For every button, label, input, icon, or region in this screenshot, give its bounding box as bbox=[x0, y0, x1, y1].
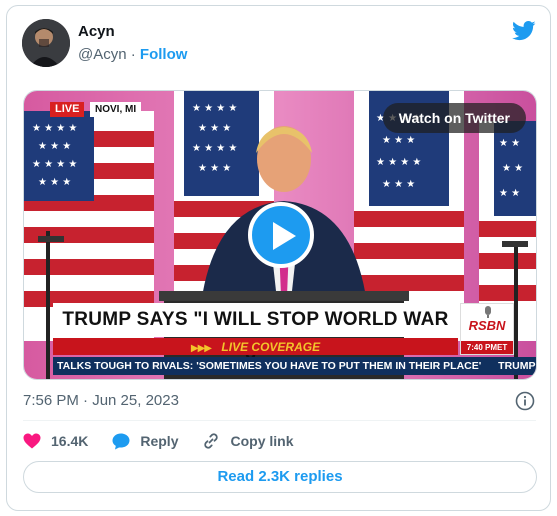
svg-text:★ ★ ★ ★: ★ ★ ★ ★ bbox=[192, 103, 237, 114]
like-button[interactable]: 16.4K bbox=[23, 433, 88, 449]
tweet-card: Acyn @Acyn · Follow ★ ★ ★ ★ ★ ★ ★ ★ ★ ★ … bbox=[6, 5, 551, 511]
handle-row: @Acyn · Follow bbox=[78, 46, 187, 63]
action-bar: 16.4K Reply Copy link bbox=[23, 430, 318, 452]
info-icon[interactable] bbox=[515, 391, 535, 411]
svg-text:★ ★ ★: ★ ★ ★ bbox=[38, 141, 71, 152]
tweet-timestamp[interactable]: 7:56 PM · Jun 25, 2023 bbox=[23, 392, 179, 409]
author-name[interactable]: Acyn bbox=[78, 23, 115, 40]
microphone-icon bbox=[485, 306, 491, 318]
heart-icon bbox=[23, 433, 41, 449]
divider bbox=[23, 420, 536, 421]
link-icon bbox=[204, 433, 219, 449]
svg-text:★ ★ ★ ★: ★ ★ ★ ★ bbox=[32, 123, 77, 134]
location-badge: NOVI, MI bbox=[90, 102, 142, 117]
author-handle[interactable]: @Acyn bbox=[78, 46, 127, 63]
svg-text:★ ★ ★: ★ ★ ★ bbox=[198, 163, 231, 174]
svg-text:★ ★: ★ ★ bbox=[499, 188, 520, 199]
svg-text:★ ★: ★ ★ bbox=[499, 138, 520, 149]
coverage-label: LIVE COVERAGE bbox=[221, 340, 321, 354]
arrows-icon: ▶▶▶ bbox=[190, 343, 212, 354]
read-replies-button[interactable]: Read 2.3K replies bbox=[23, 461, 537, 493]
reply-label: Reply bbox=[140, 433, 179, 449]
avatar[interactable] bbox=[22, 19, 70, 67]
live-badge: LIVE bbox=[50, 102, 85, 117]
network-logo: RSBN 7:40 PMET bbox=[460, 303, 514, 355]
svg-text:★ ★ ★: ★ ★ ★ bbox=[198, 123, 231, 134]
svg-text:★ ★: ★ ★ bbox=[502, 163, 523, 174]
play-icon bbox=[273, 222, 296, 250]
follow-button[interactable]: Follow bbox=[140, 46, 188, 63]
svg-text:★ ★ ★ ★: ★ ★ ★ ★ bbox=[32, 159, 77, 170]
video-player[interactable]: ★ ★ ★ ★ ★ ★ ★ ★ ★ ★ ★ ★ ★ ★ ★ ★ ★ ★ ★ ★ ★ ★… bbox=[23, 90, 537, 380]
chyron-headline: TRUMP SAYS "I WILL STOP WORLD WAR 3" bbox=[53, 303, 458, 364]
reply-bubble-icon bbox=[112, 433, 130, 449]
twitter-bird-icon[interactable] bbox=[512, 21, 536, 41]
separator: · bbox=[130, 46, 136, 63]
like-count: 16.4K bbox=[51, 433, 89, 449]
logo-text: RSBN bbox=[468, 318, 506, 333]
ticker-item: TRUMP CALLS bbox=[498, 360, 536, 372]
copy-link-label: Copy link bbox=[230, 433, 294, 449]
svg-text:★ ★ ★: ★ ★ ★ bbox=[382, 135, 415, 146]
logo-time: 7:40 PMET bbox=[461, 341, 513, 354]
svg-text:★ ★ ★: ★ ★ ★ bbox=[382, 179, 415, 190]
svg-text:★ ★ ★: ★ ★ ★ bbox=[38, 177, 71, 188]
svg-text:★ ★ ★ ★: ★ ★ ★ ★ bbox=[376, 157, 421, 168]
ticker-item: TALKS TOUGH TO RIVALS: 'SOMETIMES YOU HA… bbox=[57, 360, 482, 372]
svg-text:★ ★ ★ ★: ★ ★ ★ ★ bbox=[192, 143, 237, 154]
copy-link-button[interactable]: Copy link bbox=[202, 432, 294, 450]
watch-on-twitter-button[interactable]: Watch on Twitter bbox=[382, 103, 526, 133]
news-ticker: TALKS TOUGH TO RIVALS: 'SOMETIMES YOU HA… bbox=[53, 357, 536, 375]
reply-button[interactable]: Reply bbox=[112, 433, 178, 450]
live-coverage-bar: ▶▶▶ LIVE COVERAGE bbox=[53, 338, 458, 355]
play-button[interactable] bbox=[248, 202, 314, 268]
